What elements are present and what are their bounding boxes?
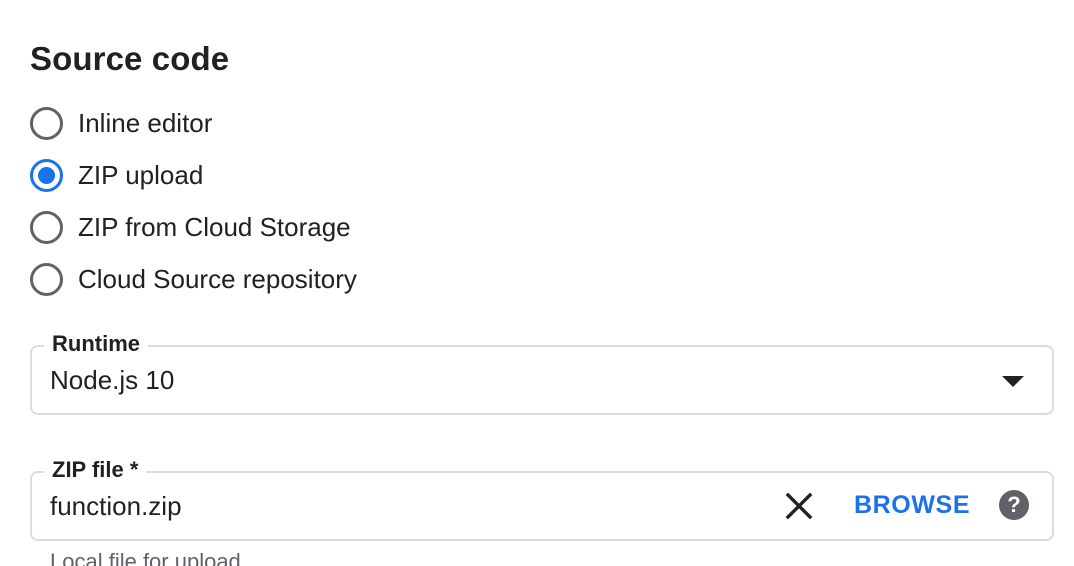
radio-button-unselected[interactable] (30, 210, 63, 244)
radio-option-zip-upload[interactable]: ZIP upload (30, 149, 357, 201)
browse-button[interactable]: BROWSE (854, 489, 970, 521)
radio-selected-dot (38, 166, 55, 184)
radio-button-unselected[interactable] (30, 106, 63, 140)
radio-label: ZIP from Cloud Storage (78, 212, 351, 242)
zip-file-hint: Local file for upload (50, 549, 241, 566)
help-icon[interactable]: ? (999, 490, 1029, 520)
radio-option-zip-cloud-storage[interactable]: ZIP from Cloud Storage (30, 201, 357, 253)
source-code-panel: Source code Inline editor ZIP upload ZIP… (0, 0, 1074, 566)
source-code-radio-group: Inline editor ZIP upload ZIP from Cloud … (30, 97, 357, 305)
radio-button-selected[interactable] (30, 158, 63, 192)
radio-label: ZIP upload (78, 160, 204, 190)
zip-file-label: ZIP file * (44, 456, 147, 484)
close-icon[interactable] (784, 491, 814, 521)
section-title: Source code (30, 40, 230, 77)
radio-label: Cloud Source repository (78, 264, 357, 294)
radio-option-cloud-source-repository[interactable]: Cloud Source repository (30, 253, 357, 305)
zip-file-value: function.zip (50, 491, 182, 521)
radio-button-unselected[interactable] (30, 262, 63, 296)
radio-option-inline-editor[interactable]: Inline editor (30, 97, 357, 149)
zip-file-field[interactable]: ZIP file * function.zip BROWSE ? (30, 456, 1054, 541)
runtime-label: Runtime (44, 330, 148, 358)
radio-label: Inline editor (78, 108, 213, 138)
runtime-select[interactable]: Runtime Node.js 10 (30, 330, 1054, 415)
runtime-value: Node.js 10 (50, 365, 175, 395)
dropdown-arrow-icon[interactable] (1002, 376, 1024, 387)
